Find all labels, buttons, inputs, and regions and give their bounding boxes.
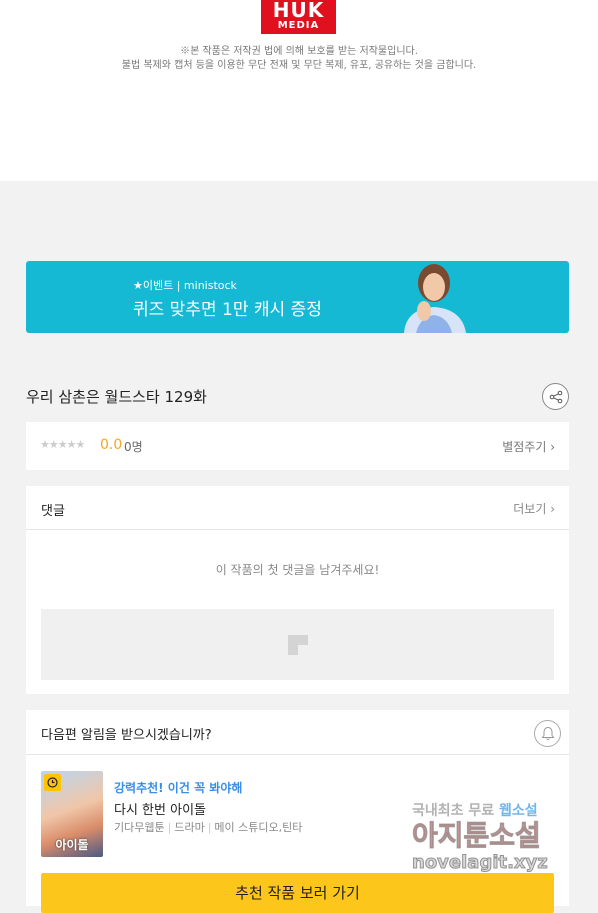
alert-header: 다음편 알림을 받으시겠습니까?	[26, 710, 569, 755]
bell-icon	[541, 726, 554, 740]
recommend-tag: 강력추천! 이건 꼭 봐야해	[114, 781, 243, 795]
watermark-line-2: 아지툰소설	[412, 819, 542, 852]
meta-separator: |	[167, 821, 172, 834]
notice-line-2: 불법 복제와 캡처 등을 이용한 무단 전재 및 무단 복제, 유포, 공유하는…	[121, 60, 477, 71]
rate-button[interactable]: 별점주기 ›	[502, 438, 555, 455]
clock-icon	[47, 777, 58, 788]
recommend-meta: 기다무웹툰 | 드라마 | 메이 스튜디오,틴타	[114, 819, 302, 835]
banner-small-text: ★이벤트 | ministock	[133, 279, 237, 292]
comments-more-link[interactable]: 더보기 ›	[513, 500, 555, 517]
comments-title: 댓글	[41, 504, 65, 519]
episode-title: 우리 삼촌은 월드스타 129화	[26, 388, 207, 406]
recommend-thumbnail[interactable]: 아이돌	[41, 771, 103, 857]
notice-line-1: ※본 작품은 저작권 법에 의해 보호를 받는 저작물입니다.	[180, 46, 418, 57]
publisher-logo: HUK MEDIA	[261, 0, 336, 34]
watermark-line-1: 국내최초 무료 웹소설	[412, 800, 592, 820]
meta-genre: 드라마	[174, 821, 205, 834]
meta-separator: |	[207, 821, 212, 834]
site-watermark: 국내최초 무료 웹소설 아지툰소설 novelagit.xyz	[412, 800, 592, 874]
clock-badge-icon	[44, 774, 61, 791]
alert-question: 다음편 알림을 받으시겠습니까?	[41, 728, 212, 743]
placeholder-icon	[287, 634, 308, 655]
comments-header: 댓글 더보기 ›	[26, 486, 569, 530]
rating-score: 0.0	[100, 437, 123, 453]
banner-person-image	[404, 264, 466, 333]
rating-count: 0명	[124, 440, 143, 454]
recommend-go-button[interactable]: 추천 작품 보러 가기	[41, 873, 554, 913]
share-button[interactable]	[542, 383, 569, 410]
meta-author: 메이 스튜디오,틴타	[214, 821, 303, 834]
comments-empty-message: 이 작품의 첫 댓글을 남겨주세요!	[215, 563, 380, 577]
watermark-line-3: novelagit.xyz	[412, 852, 549, 874]
watermark-line-1a: 국내최초 무료	[412, 803, 500, 819]
rating-stars: ★★★★★	[40, 438, 85, 451]
banner-big-text: 퀴즈 맞추면 1만 캐시 증정	[133, 300, 322, 320]
alert-bell-button[interactable]	[534, 720, 561, 747]
top-section: HUK MEDIA ※본 작품은 저작권 법에 의해 보호를 받는 저작물입니다…	[0, 0, 598, 181]
share-icon	[549, 390, 562, 403]
recommend-title[interactable]: 다시 한번 아이돌	[114, 799, 206, 818]
event-banner[interactable]: ★이벤트 | ministock 퀴즈 맞추면 1만 캐시 증정	[26, 261, 569, 333]
comments-card: 댓글 더보기 › 이 작품의 첫 댓글을 남겨주세요!	[26, 486, 569, 694]
rating-card: ★★★★★ 0.0 0명 별점주기 ›	[26, 422, 569, 470]
meta-genre-type: 기다무웹툰	[114, 821, 165, 834]
watermark-line-1b: 웹소설	[499, 803, 538, 819]
thumbnail-title-text: 아이돌	[55, 838, 89, 852]
copyright-notice: ※본 작품은 저작권 법에 의해 보호를 받는 저작물입니다. 불법 복제와 캡…	[0, 45, 598, 73]
logo-top-text: HUK	[272, 0, 325, 22]
comment-ad-placeholder	[41, 609, 554, 680]
